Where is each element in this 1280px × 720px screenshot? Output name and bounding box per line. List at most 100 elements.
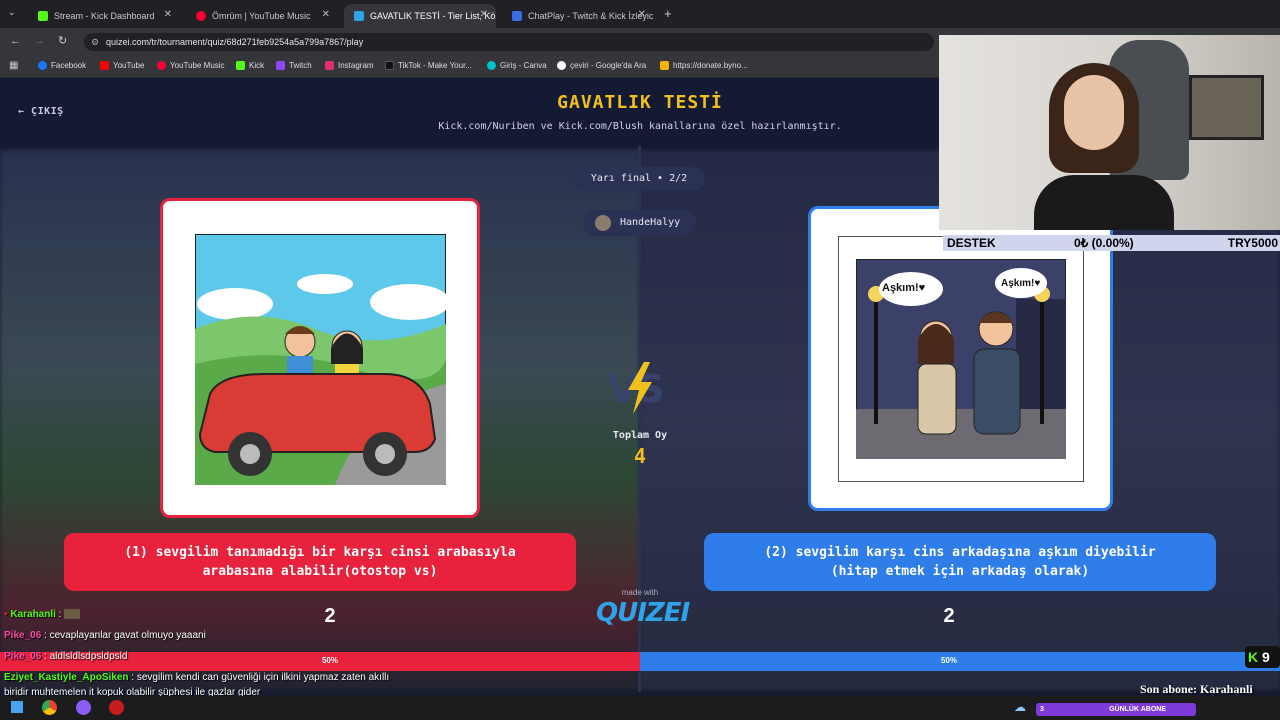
bookmark-youtube-music[interactable]: YouTube Music xyxy=(157,61,225,70)
page-title: GAVATLIK TESTİ xyxy=(557,92,723,113)
quizei-logo[interactable]: QUIZEI xyxy=(596,598,690,628)
tiktok-icon xyxy=(385,61,394,70)
webcam-feed xyxy=(939,35,1280,230)
chrome-icon[interactable] xyxy=(42,700,57,715)
bookmark-facebook[interactable]: Facebook xyxy=(38,61,86,70)
bookmark-label: TikTok - Make Your... xyxy=(398,61,472,70)
creator-name: HandeHalyy xyxy=(620,217,681,228)
windows-start-icon[interactable] xyxy=(11,701,23,713)
tab-label: GAVATLIK TESTİ - Tier List, Kör xyxy=(370,11,496,21)
daily-subs-label: GÜNLÜK ABONE xyxy=(1109,706,1166,713)
speech-bubble-left: Aşkım!♥ xyxy=(882,282,926,294)
close-icon[interactable]: ✕ xyxy=(638,9,646,20)
bookmark-google-translate[interactable]: çeviri - Google'da Ara xyxy=(557,61,646,70)
new-tab-icon[interactable]: + xyxy=(664,6,672,21)
creator-badge[interactable]: HandeHalyy xyxy=(583,210,696,236)
total-votes-value: 4 xyxy=(633,444,647,468)
tv-screen xyxy=(1189,75,1264,140)
arrow-left-icon: ← xyxy=(18,106,32,117)
page-subtitle: Kick.com/Nuriben ve Kick.com/Blush kanal… xyxy=(438,121,842,132)
option-2-button[interactable]: (2) sevgilim karşı cins arkadaşına aşkım… xyxy=(704,533,1216,591)
url-text: quizei.com/tr/tournament/quiz/68d271feb9… xyxy=(106,37,364,47)
bookmark-label: https://donate.byno... xyxy=(673,61,748,70)
donation-goal: TRY5000 xyxy=(1227,236,1278,250)
forward-icon[interactable]: → xyxy=(34,35,45,47)
tab-search-icon[interactable]: ⌄ xyxy=(8,7,16,18)
kick-icon xyxy=(236,61,245,70)
tab-quizei[interactable]: GAVATLIK TESTİ - Tier List, Kör ✕ xyxy=(344,4,496,28)
back-icon[interactable]: ← xyxy=(10,35,21,47)
option-2-card[interactable]: Aşkım!♥ Aşkım!♥ xyxy=(808,206,1113,511)
chat-username: Pike_06 xyxy=(4,651,42,662)
made-with-label: made with xyxy=(621,588,659,597)
bookmark-canva[interactable]: Giriş - Canva xyxy=(487,61,547,70)
chat-text: cevaplayanlar gavat olmuyo yaaani xyxy=(49,630,206,641)
canva-icon xyxy=(487,61,496,70)
exit-label: ÇIKIŞ xyxy=(31,106,64,117)
emote-icon xyxy=(64,609,81,620)
address-bar[interactable]: ⚙ quizei.com/tr/tournament/quiz/68d271fe… xyxy=(84,33,934,51)
bookmark-twitch[interactable]: Twitch xyxy=(276,61,312,70)
badge-icon: ▪ xyxy=(4,609,8,620)
close-icon[interactable]: ✕ xyxy=(164,9,172,20)
google-icon xyxy=(557,61,566,70)
reload-icon[interactable]: ↻ xyxy=(58,34,67,47)
person-face xyxy=(1064,75,1124,150)
vs-lightning-icon: VS xyxy=(608,362,665,414)
exit-button[interactable]: ← ÇIKIŞ xyxy=(18,106,64,117)
chat-username: Karahanli xyxy=(10,609,56,620)
obs-icon[interactable] xyxy=(109,700,124,715)
site-info-icon[interactable]: ⚙ xyxy=(91,33,99,51)
bookmark-tiktok[interactable]: TikTok - Make Your... xyxy=(385,61,472,70)
browser-tab-bar: Stream - Kick Dashboard ✕ Ömrüm | YouTub… xyxy=(0,0,1280,28)
chat-username: Eziyet_Kastiyle_ApoSiken xyxy=(4,672,129,683)
twitch-icon xyxy=(276,61,285,70)
tab-label: Ömrüm | YouTube Music xyxy=(212,11,311,21)
tab-chatplay[interactable]: ChatPlay - Twitch & Kick İzleyic ✕ xyxy=(502,4,654,28)
bookmark-label: Facebook xyxy=(51,61,87,70)
chat-message: Pike_06 : aldlsldlsdpsldpsld xyxy=(4,651,128,662)
app-icon[interactable] xyxy=(76,700,91,715)
facebook-icon xyxy=(38,61,47,70)
kick-viewer-badge: K 9 xyxy=(1245,646,1280,668)
last-subscriber: Son abone: Karahanli xyxy=(1140,682,1253,696)
bookmark-label: YouTube Music xyxy=(170,61,225,70)
bookmark-youtube[interactable]: YouTube xyxy=(100,61,144,70)
person-body xyxy=(1034,175,1174,230)
kick-count: 9 xyxy=(1262,649,1270,665)
option-1-button[interactable]: (1) sevgilim tanımadığı bir karşı cinsi … xyxy=(64,533,576,591)
bookmark-label: Twitch xyxy=(289,61,312,70)
apps-icon[interactable]: ▦ xyxy=(9,60,18,71)
speech-bubble-right: Aşkım!♥ xyxy=(1001,278,1041,289)
tab-kick-dashboard[interactable]: Stream - Kick Dashboard ✕ xyxy=(28,4,180,28)
chat-message: Pike_06 : cevaplayanlar gavat olmuyo yaa… xyxy=(4,630,206,641)
avatar xyxy=(595,215,611,231)
tab-youtube-music[interactable]: Ömrüm | YouTube Music ✕ xyxy=(186,4,338,28)
close-icon[interactable]: ✕ xyxy=(480,9,488,20)
donate-icon xyxy=(660,61,669,70)
bookmark-donate[interactable]: https://donate.byno... xyxy=(660,61,748,70)
youtube-music-icon xyxy=(157,61,166,70)
kick-icon xyxy=(38,11,48,21)
total-votes-label: Toplam Oy xyxy=(612,430,668,441)
daily-subs-bar: 3 GÜNLÜK ABONE xyxy=(1036,703,1196,716)
option-1-percent: 50% xyxy=(321,656,338,665)
weather-icon[interactable]: ☁ xyxy=(1014,700,1026,714)
close-icon[interactable]: ✕ xyxy=(322,9,330,20)
bookmark-kick[interactable]: Kick xyxy=(236,61,264,70)
bookmark-label: Instagram xyxy=(338,61,374,70)
donation-label: DESTEK xyxy=(947,236,996,250)
chat-text: sevgilim kendi can güvenliği için ilkini… xyxy=(136,672,390,683)
bookmark-instagram[interactable]: Instagram xyxy=(325,61,374,70)
quizei-icon xyxy=(354,11,364,21)
option-2-percent: 50% xyxy=(940,656,957,665)
chatplay-icon xyxy=(512,11,522,21)
car-couple-illustration xyxy=(195,234,446,485)
tab-label: ChatPlay - Twitch & Kick İzleyic xyxy=(528,11,654,21)
chat-message: Eziyet_Kastiyle_ApoSiken : sevgilim kend… xyxy=(4,672,390,683)
option-1-card[interactable] xyxy=(160,198,480,518)
bookmark-label: Kick xyxy=(249,61,265,70)
tab-label: Stream - Kick Dashboard xyxy=(54,11,155,21)
instagram-icon xyxy=(325,61,334,70)
youtube-music-icon xyxy=(196,11,206,21)
